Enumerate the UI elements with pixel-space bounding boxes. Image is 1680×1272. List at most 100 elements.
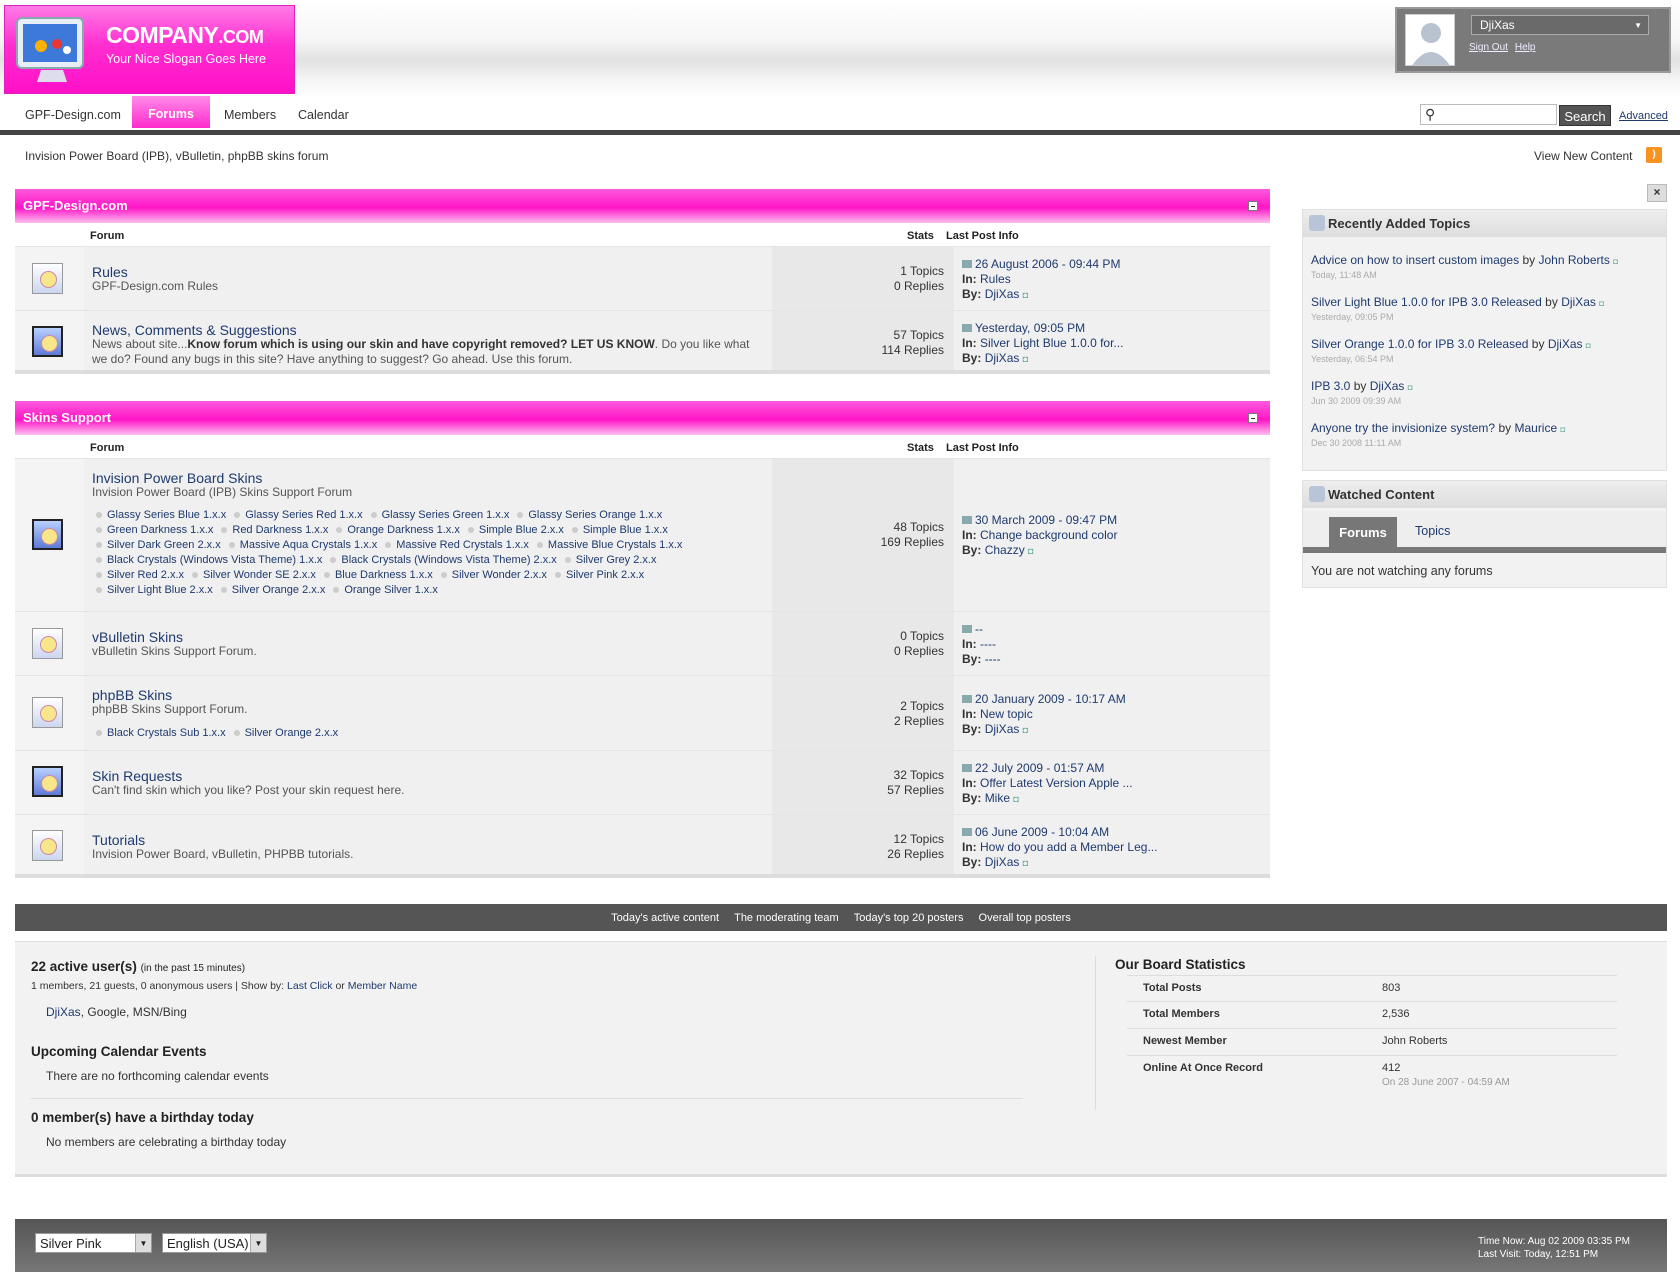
view-new-content-link[interactable]: View New Content [1534, 149, 1633, 163]
site-logo[interactable]: COMPANY.COM Your Nice Slogan Goes Here [4, 5, 295, 94]
category-title[interactable]: Skins Support [23, 410, 111, 425]
subforum-link[interactable]: Black Crystals (Windows Vista Theme) 1.x… [96, 554, 322, 566]
subforum-link[interactable]: Silver Orange 2.x.x [221, 584, 326, 596]
recent-topic-item: Advice on how to insert custom images by… [1311, 253, 1619, 280]
language-selector[interactable]: English (USA) ▼ [162, 1233, 267, 1253]
external-link-icon[interactable]: ◘ [1586, 341, 1591, 350]
forum-new-icon [32, 766, 63, 797]
subforum-link[interactable]: Simple Blue 2.x.x [468, 524, 564, 536]
subforum-link[interactable]: Massive Aqua Crystals 1.x.x [229, 539, 378, 551]
search-icon: ⚲ [1425, 106, 1436, 122]
subforum-link[interactable]: Glassy Series Green 1.x.x [371, 509, 510, 521]
nav-members[interactable]: Members [224, 108, 276, 122]
subforum-link[interactable]: Blue Darkness 1.x.x [324, 569, 433, 581]
forum-name[interactable]: Invision Power Board Skins [92, 470, 262, 486]
user-avatar-icon[interactable] [1405, 14, 1455, 66]
todays-active-content-link[interactable]: Today's active content [611, 912, 719, 924]
subforum-link[interactable]: Green Darkness 1.x.x [96, 524, 213, 536]
calendar-title: Upcoming Calendar Events [31, 1044, 207, 1059]
subforum-link[interactable]: Silver Wonder SE 2.x.x [192, 569, 316, 581]
subforum-link[interactable]: Silver Red 2.x.x [96, 569, 184, 581]
forum-new-icon [32, 326, 63, 357]
external-link-icon[interactable]: ◘ [1013, 794, 1018, 804]
subforum-link[interactable]: Silver Light Blue 2.x.x [96, 584, 213, 596]
nav-forums[interactable]: Forums [132, 96, 210, 128]
stat-row: Online At Once Record 412 On 28 June 2007 … [1143, 1062, 1510, 1088]
time-info: Time Now: Aug 02 2009 03:35 PM Last Visit… [1478, 1236, 1630, 1260]
forum-name[interactable]: Rules [92, 264, 128, 280]
external-link-icon[interactable]: ◘ [1028, 546, 1033, 556]
active-users-detail: 1 members, 21 guests, 0 anonymous users … [31, 980, 418, 992]
forum-stats: 32 Topics 57 Replies [887, 768, 944, 797]
advanced-search-link[interactable]: Advanced [1619, 110, 1668, 122]
last-post-info: 30 March 2009 - 09:47 PM In: Change back… [962, 513, 1118, 557]
subforum-link[interactable]: Silver Wonder 2.x.x [441, 569, 547, 581]
tab-underline [1303, 547, 1666, 553]
subforum-link[interactable]: Orange Silver 1.x.x [333, 584, 438, 596]
subforum-link[interactable]: Black Crystals Sub 1.x.x [96, 727, 226, 739]
subforum-link[interactable]: Massive Blue Crystals 1.x.x [537, 539, 682, 551]
collapse-icon[interactable] [1248, 413, 1258, 423]
chevron-down-icon: ▼ [1634, 21, 1642, 30]
forum-name[interactable]: phpBB Skins [92, 687, 172, 703]
moderating-team-link[interactable]: The moderating team [734, 912, 839, 924]
category-title[interactable]: GPF-Design.com [23, 198, 128, 213]
sign-out-link[interactable]: Sign Out [1469, 42, 1508, 53]
user-panel: DjiXas ▼ Sign Out Help [1395, 7, 1671, 73]
external-link-icon[interactable]: ◘ [1023, 725, 1028, 735]
forum-name[interactable]: Skin Requests [92, 768, 182, 784]
user-menu-dropdown[interactable]: DjiXas ▼ [1471, 15, 1649, 35]
external-link-icon[interactable]: ◘ [1023, 354, 1028, 364]
subforum-link[interactable]: Red Darkness 1.x.x [221, 524, 328, 536]
search-input[interactable]: ⚲ [1420, 104, 1557, 125]
newest-member-link[interactable]: John Roberts [1382, 1035, 1447, 1047]
forum-desc: GPF-Design.com Rules [92, 279, 219, 293]
external-link-icon[interactable]: ◘ [1023, 858, 1028, 868]
skin-selector[interactable]: Silver Pink ▼ [35, 1233, 152, 1253]
watched-message: You are not watching any forums [1311, 564, 1493, 578]
external-link-icon[interactable]: ◘ [1561, 425, 1566, 434]
close-icon[interactable]: × [1647, 184, 1667, 202]
subforum-link[interactable]: Orange Darkness 1.x.x [336, 524, 460, 536]
subforum-link[interactable]: Black Crystals (Windows Vista Theme) 2.x… [330, 554, 556, 566]
subforum-link[interactable]: Glassy Series Blue 1.x.x [96, 509, 226, 521]
subforum-link[interactable]: Massive Red Crystals 1.x.x [385, 539, 529, 551]
subforum-link[interactable]: Simple Blue 1.x.x [572, 524, 668, 536]
subforum-link[interactable]: Silver Dark Green 2.x.x [96, 539, 221, 551]
nav-calendar[interactable]: Calendar [298, 108, 349, 122]
subforum-link[interactable]: Silver Pink 2.x.x [555, 569, 644, 581]
external-link-icon[interactable]: ◘ [1408, 383, 1413, 392]
tab-topics[interactable]: Topics [1415, 524, 1450, 538]
board-stats-title: Our Board Statistics [1115, 957, 1246, 972]
subforum-link[interactable]: Silver Grey 2.x.x [565, 554, 657, 566]
external-link-icon[interactable]: ◘ [1599, 299, 1604, 308]
col-last-post: Last Post Info [946, 230, 1019, 242]
subforum-link[interactable]: Silver Orange 2.x.x [234, 727, 339, 739]
col-forum: Forum [90, 230, 125, 242]
forum-row: vBulletin Skins vBulletin Skins Support … [15, 611, 1270, 675]
category-header: GPF-Design.com [15, 189, 1270, 223]
chevron-down-icon: ▼ [135, 1234, 151, 1252]
subforum-link[interactable]: Glassy Series Red 1.x.x [234, 509, 362, 521]
search-button[interactable]: Search [1559, 105, 1611, 126]
col-forum: Forum [90, 442, 125, 454]
forum-name[interactable]: vBulletin Skins [92, 629, 183, 645]
rss-icon[interactable]: ) [1646, 147, 1662, 163]
external-link-icon[interactable]: ◘ [1613, 257, 1618, 266]
overall-top-posters-link[interactable]: Overall top posters [979, 912, 1071, 924]
forum-name[interactable]: Tutorials [92, 832, 145, 848]
nav-gpf-design[interactable]: GPF-Design.com [25, 108, 121, 122]
help-link[interactable]: Help [1515, 42, 1536, 53]
tab-forums[interactable]: Forums [1329, 517, 1397, 547]
collapse-icon[interactable] [1248, 201, 1258, 211]
forum-name[interactable]: News, Comments & Suggestions [92, 322, 297, 338]
last-post-arrow-icon [962, 828, 972, 836]
recent-topic-item: Silver Orange 1.0.0 for IPB 3.0 Released… [1311, 337, 1591, 364]
breadcrumb[interactable]: Invision Power Board (IPB), vBulletin, p… [25, 149, 328, 163]
top-20-posters-link[interactable]: Today's top 20 posters [854, 912, 964, 924]
birthday-message: No members are celebrating a birthday to… [46, 1135, 287, 1149]
subforum-link[interactable]: Glassy Series Orange 1.x.x [517, 509, 662, 521]
recent-topic-item: Silver Light Blue 1.0.0 for IPB 3.0 Rele… [1311, 295, 1605, 322]
external-link-icon[interactable]: ◘ [1023, 290, 1028, 300]
last-post-arrow-icon [962, 324, 972, 332]
